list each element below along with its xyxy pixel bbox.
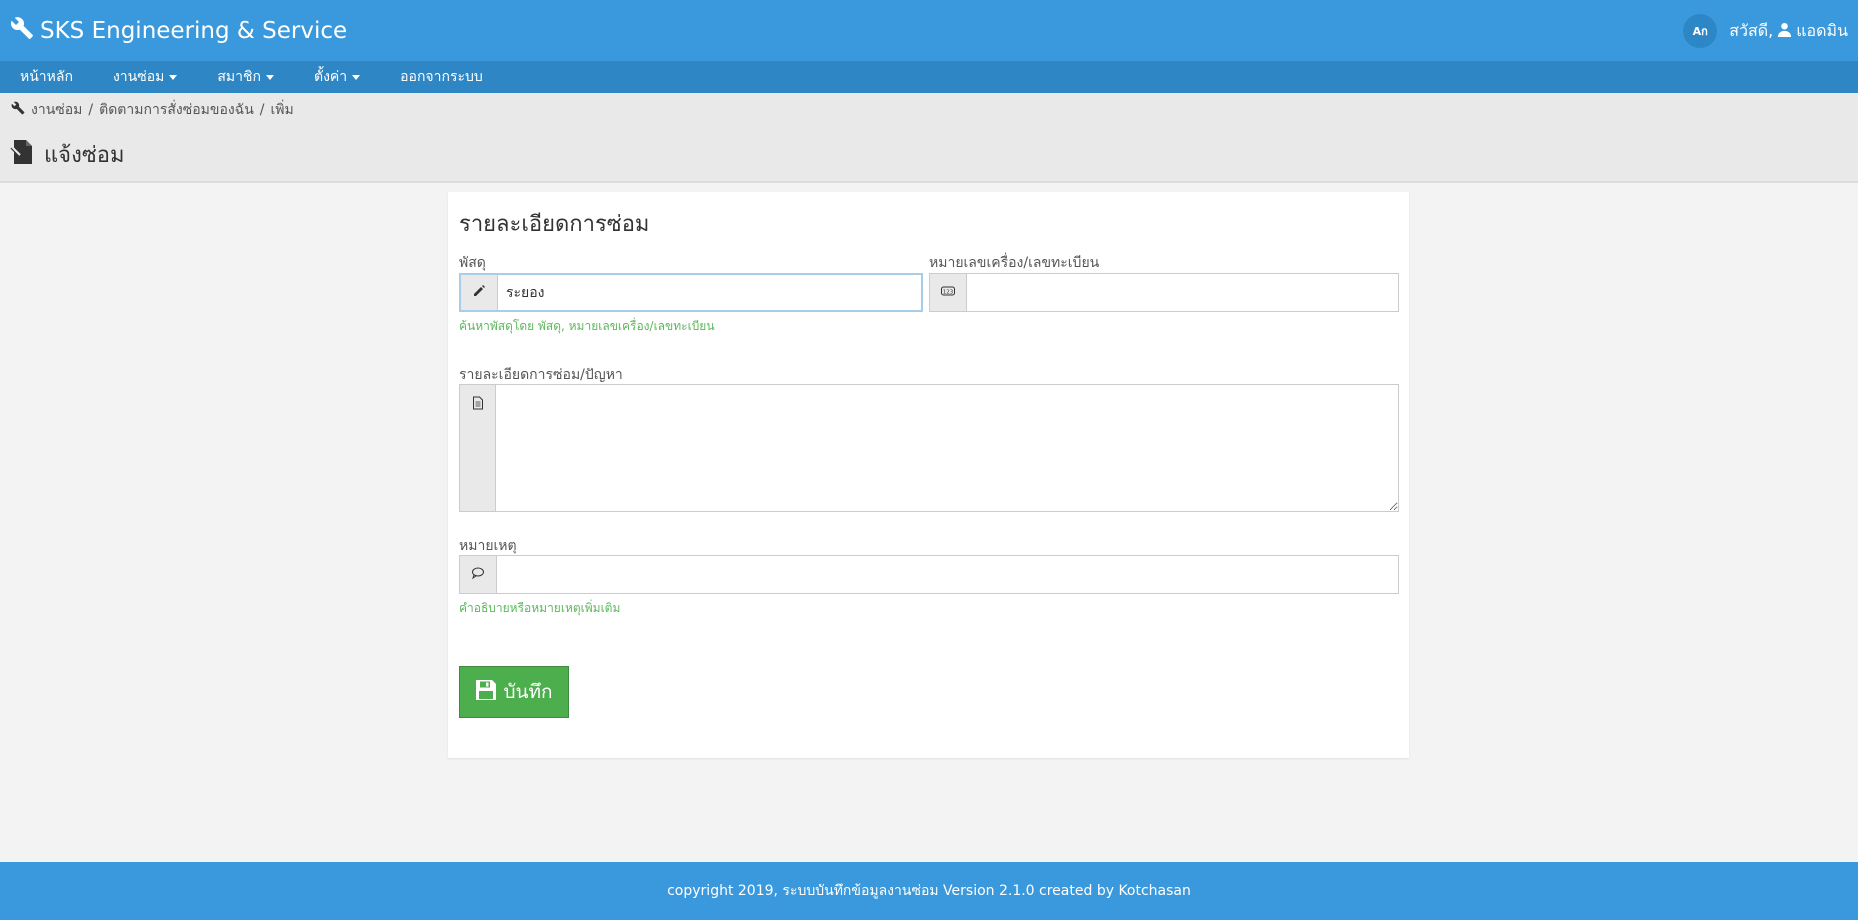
app-title: SKS Engineering & Service	[40, 18, 348, 44]
breadcrumb-separator: /	[88, 102, 94, 118]
caret-down-icon	[352, 74, 361, 80]
serial-field: 123	[929, 273, 1399, 312]
username: แอดมิน	[1796, 20, 1848, 40]
serial-label: หมายเลขเครื่อง/เลขทะเบียน	[929, 255, 1100, 271]
breadcrumb-my-orders[interactable]: ติดตามการสั่งซ่อมของฉัน	[99, 99, 254, 121]
document-icon	[471, 395, 485, 414]
note-input[interactable]	[497, 556, 1398, 593]
breadcrumb-add: เพิ่ม	[270, 102, 294, 118]
save-icon	[475, 679, 497, 706]
caret-down-icon	[169, 74, 178, 80]
nav-item-home[interactable]: หน้าหลัก	[0, 61, 93, 93]
nav-label: ตั้งค่า	[313, 69, 348, 85]
footer: copyright 2019, ระบบบันทึกข้อมูลงานซ่อม …	[0, 862, 1858, 920]
footer-text: copyright 2019, ระบบบันทึกข้อมูลงานซ่อม …	[667, 883, 1191, 899]
breadcrumb-separator: /	[259, 102, 265, 118]
greeting-text: สวัสดี,	[1729, 20, 1774, 40]
nav-label: หน้าหลัก	[20, 69, 73, 85]
page-title: แจ้งซ่อม	[10, 137, 124, 172]
detail-addon	[460, 385, 496, 511]
note-label: หมายเหตุ	[459, 538, 517, 554]
breadcrumb: งานซ่อม / ติดตามการสั่งซ่อมของฉัน / เพิ่…	[11, 99, 294, 121]
nav-label: งานซ่อม	[112, 69, 165, 85]
equipment-addon	[461, 275, 498, 310]
detail-label: รายละเอียดการซ่อม/ปัญหา	[459, 367, 623, 383]
save-button[interactable]: บันทึก	[459, 666, 569, 718]
note-help: คำอธิบายหรือหมายเหตุเพิ่มเติม	[459, 601, 621, 615]
svg-text:123: 123	[943, 289, 954, 295]
note-field	[459, 555, 1399, 594]
top-bar: SKS Engineering & Service Aก สวัสดี, แอด…	[0, 0, 1858, 61]
serial-addon: 123	[930, 274, 967, 311]
language-button[interactable]: Aก	[1683, 14, 1718, 48]
nav-item-repair[interactable]: งานซ่อม	[93, 61, 197, 93]
comment-icon	[471, 565, 485, 584]
main-nav: หน้าหลัก งานซ่อม สมาชิก ตั้งค่า ออกจากระ…	[0, 61, 1858, 93]
form-title: รายละเอียดการซ่อม	[459, 212, 650, 237]
brand-link[interactable]: SKS Engineering & Service	[10, 16, 347, 46]
serial-input[interactable]	[967, 274, 1398, 311]
equipment-label: พัสดุ	[459, 255, 486, 271]
breadcrumb-repair[interactable]: งานซ่อม	[31, 99, 82, 121]
nav-item-members[interactable]: สมาชิก	[197, 61, 294, 93]
equipment-field	[459, 273, 923, 312]
page-header: งานซ่อม / ติดตามการสั่งซ่อมของฉัน / เพิ่…	[0, 93, 1858, 183]
caret-down-icon	[265, 74, 274, 80]
save-label: บันทึก	[503, 681, 553, 703]
note-addon	[460, 556, 497, 593]
detail-textarea[interactable]	[496, 385, 1398, 511]
number-icon: 123	[941, 283, 955, 302]
nav-item-settings[interactable]: ตั้งค่า	[294, 61, 380, 93]
equipment-input[interactable]	[498, 275, 921, 310]
tools-icon	[11, 101, 25, 119]
user-menu[interactable]: สวัสดี, แอดมิน	[1729, 19, 1848, 44]
tools-icon	[10, 16, 34, 46]
nav-item-logout[interactable]: ออกจากระบบ	[380, 61, 503, 93]
language-badge: Aก	[1692, 25, 1708, 38]
edit-document-icon	[10, 138, 36, 172]
equipment-help: ค้นหาพัสดุโดย พัสดุ, หมายเลขเครื่อง/เลขท…	[459, 319, 715, 333]
nav-label: สมาชิก	[217, 69, 261, 85]
user-icon	[1777, 22, 1792, 41]
page-title-text: แจ้งซ่อม	[44, 143, 125, 168]
nav-label: ออกจากระบบ	[400, 69, 483, 85]
repair-form-card: รายละเอียดการซ่อม พัสดุ ค้นหาพัสดุโดย พั…	[448, 192, 1409, 758]
detail-field	[459, 384, 1399, 512]
pencil-icon	[472, 283, 486, 302]
